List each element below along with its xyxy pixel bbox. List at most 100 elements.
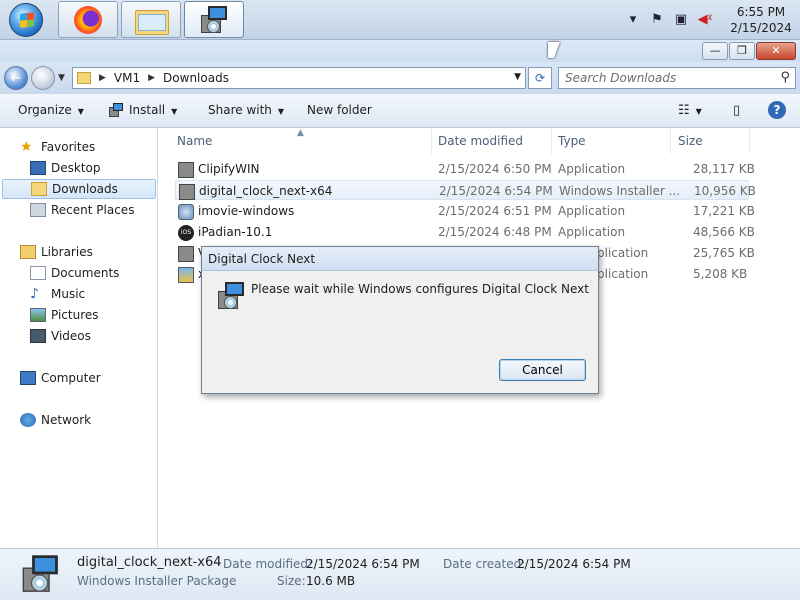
- nav-computer[interactable]: Computer: [0, 368, 158, 388]
- address-box[interactable]: ▶ VM1 ▶ Downloads ▼: [72, 67, 526, 89]
- column-header-type[interactable]: Type: [558, 134, 586, 148]
- network-icon[interactable]: ▣: [672, 12, 690, 28]
- flag-icon[interactable]: ⚑: [648, 12, 666, 28]
- arrow-right-icon: →: [37, 70, 49, 86]
- details-filename: digital_clock_next-x64: [77, 555, 222, 570]
- close-button[interactable]: ✕: [756, 42, 796, 60]
- file-date: 2/15/2024 6:48 PM: [438, 225, 552, 239]
- clock[interactable]: 6:55 PM 2/15/2024: [722, 4, 800, 36]
- view-options-icon[interactable]: ☷ ▼: [678, 103, 702, 118]
- command-bar: Organize ▼ Install ▼ Share with ▼ New folde…: [0, 94, 800, 128]
- help-icon[interactable]: ?: [768, 101, 786, 119]
- firefox-icon: [74, 5, 102, 34]
- file-row[interactable]: imovie-windows 2/15/2024 6:51 PM Applica…: [175, 201, 755, 221]
- restore-button[interactable]: ❐: [729, 42, 755, 60]
- nav-network[interactable]: Network: [0, 410, 158, 430]
- file-date: 2/15/2024 6:54 PM: [439, 184, 553, 198]
- mouse-cursor-icon: [548, 42, 560, 58]
- column-header-date-modified[interactable]: Date modified: [438, 134, 523, 148]
- nav-pictures[interactable]: Pictures: [0, 305, 158, 325]
- downloads-folder-icon: [31, 182, 47, 196]
- details-date-created-label: Date created:: [443, 557, 526, 571]
- nav-downloads-label: Downloads: [52, 182, 118, 196]
- nav-favorites[interactable]: ★ Favorites: [0, 137, 158, 157]
- file-name: ClipifyWIN: [198, 162, 260, 176]
- address-bar-row: ← → ▼ ▶ VM1 ▶ Downloads ▼ ⟳ ⚲: [0, 62, 800, 94]
- details-size-label: Size:: [277, 574, 306, 588]
- nav-computer-label: Computer: [41, 371, 101, 385]
- share-with-label: Share with: [208, 103, 272, 117]
- nav-pictures-label: Pictures: [51, 308, 99, 322]
- column-divider[interactable]: [749, 128, 750, 154]
- address-dropdown-icon[interactable]: ▼: [514, 72, 521, 82]
- column-divider[interactable]: [431, 128, 432, 154]
- file-type: Application: [558, 225, 626, 239]
- file-size: 10,956 KB: [694, 184, 756, 198]
- nav-documents[interactable]: Documents: [0, 263, 158, 283]
- file-row[interactable]: ClipifyWIN 2/15/2024 6:50 PM Application…: [175, 159, 755, 179]
- file-row-selected[interactable]: digital_clock_next-x64 2/15/2024 6:54 PM…: [175, 180, 756, 200]
- chevron-down-icon: ▼: [277, 107, 285, 116]
- nav-favorites-label: Favorites: [41, 140, 96, 154]
- clock-date: 2/15/2024: [730, 21, 792, 35]
- breadcrumb-downloads[interactable]: Downloads: [163, 71, 229, 85]
- taskbar-firefox[interactable]: [58, 1, 118, 38]
- file-date: 2/15/2024 6:51 PM: [438, 204, 552, 218]
- nav-libraries[interactable]: Libraries: [0, 242, 158, 262]
- documents-icon: [30, 266, 46, 280]
- chevron-down-icon: ▼: [171, 107, 178, 116]
- nav-desktop[interactable]: Desktop: [0, 158, 158, 178]
- chevron-down-icon: ▼: [77, 107, 84, 116]
- breadcrumb-separator[interactable]: ▶: [148, 73, 155, 83]
- organize-button[interactable]: Organize ▼: [18, 103, 84, 117]
- recent-places-icon: [30, 203, 46, 217]
- chevron-up-icon[interactable]: ▾: [624, 12, 642, 28]
- column-header-size[interactable]: Size: [678, 134, 703, 148]
- dialog-title[interactable]: Digital Clock Next: [202, 247, 598, 271]
- taskbar-installer[interactable]: [184, 1, 244, 38]
- file-row[interactable]: iOS iPadian-10.1 2/15/2024 6:48 PM Appli…: [175, 222, 755, 242]
- search-icon[interactable]: ⚲: [780, 70, 790, 85]
- search-input[interactable]: [559, 68, 769, 88]
- clock-time: 6:55 PM: [736, 5, 786, 19]
- computer-icon: [20, 371, 36, 385]
- file-type: Application: [558, 162, 626, 176]
- nav-desktop-label: Desktop: [51, 161, 101, 175]
- file-name: digital_clock_next-x64: [199, 184, 333, 198]
- file-size: 17,221 KB: [693, 204, 755, 218]
- nav-music[interactable]: ♪ Music: [0, 284, 158, 304]
- nav-downloads[interactable]: Downloads: [2, 179, 156, 199]
- folder-icon: [135, 7, 169, 35]
- nav-videos[interactable]: Videos: [0, 326, 158, 346]
- window-titlebar[interactable]: — ❐ ✕: [0, 40, 800, 62]
- volume-muted-icon[interactable]: ◀ᵡ: [696, 12, 714, 28]
- column-divider[interactable]: [670, 128, 671, 154]
- file-date: 2/15/2024 6:50 PM: [438, 162, 552, 176]
- desktop-icon: [30, 161, 46, 175]
- forward-button[interactable]: →: [31, 66, 55, 90]
- minimize-button[interactable]: —: [702, 42, 728, 60]
- column-header-name[interactable]: Name: [177, 134, 212, 148]
- installer-icon: [178, 162, 194, 178]
- windows-logo-icon: [9, 3, 43, 37]
- breadcrumb-separator[interactable]: ▶: [99, 73, 106, 83]
- share-with-button[interactable]: Share with ▼: [208, 103, 284, 117]
- column-divider[interactable]: [551, 128, 552, 154]
- nav-libraries-label: Libraries: [41, 245, 93, 259]
- install-button[interactable]: Install ▼: [129, 103, 177, 117]
- preview-pane-icon[interactable]: ▯: [733, 103, 740, 118]
- cancel-button[interactable]: Cancel: [499, 359, 586, 381]
- nav-videos-label: Videos: [51, 329, 91, 343]
- start-button[interactable]: [4, 2, 48, 38]
- nav-recent-places[interactable]: Recent Places: [0, 200, 158, 220]
- taskbar-explorer[interactable]: [121, 1, 181, 38]
- breadcrumb-vm1[interactable]: VM1: [114, 71, 140, 85]
- recent-pages-dropdown[interactable]: ▼: [58, 73, 65, 83]
- arrow-left-icon: ←: [10, 70, 22, 86]
- file-size: 25,765 KB: [693, 246, 755, 260]
- ios-icon: iOS: [178, 225, 194, 241]
- refresh-button[interactable]: ⟳: [528, 67, 552, 89]
- new-folder-button[interactable]: New folder: [307, 103, 372, 117]
- details-size: 10.6 MB: [306, 574, 356, 588]
- back-button[interactable]: ←: [4, 66, 28, 90]
